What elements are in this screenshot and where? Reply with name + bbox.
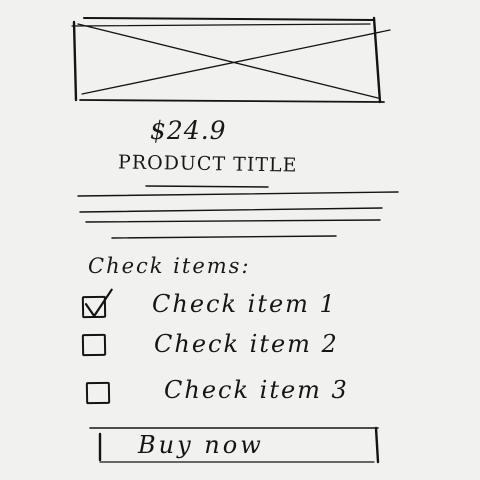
checklist-heading: Check items:: [88, 254, 251, 278]
checkmark-icon: [84, 288, 113, 318]
checkbox-item-1[interactable]: [81, 288, 113, 319]
checklist-item-label: Check item 1: [152, 290, 337, 318]
buy-now-label: Buy now: [138, 431, 264, 459]
checklist-item-2[interactable]: Check item 2: [81, 328, 422, 364]
product-title: PRODUCT TITLE: [117, 151, 298, 177]
checkbox-item-3[interactable]: [85, 381, 111, 405]
image-placeholder-icon: [77, 23, 379, 99]
description-lines: [77, 191, 399, 239]
checkbox-item-2[interactable]: [81, 333, 107, 357]
checklist-item-3[interactable]: Check item 3: [82, 374, 422, 410]
product-price: $24.9: [150, 116, 227, 145]
image-placeholder: [71, 16, 391, 104]
checklist-item-1[interactable]: Check item 1: [81, 288, 422, 326]
title-underline: [145, 185, 269, 188]
checklist-item-label: Check item 3: [164, 376, 349, 404]
buy-now-button[interactable]: Buy now: [88, 426, 380, 464]
checklist-item-label: Check item 2: [154, 330, 339, 358]
